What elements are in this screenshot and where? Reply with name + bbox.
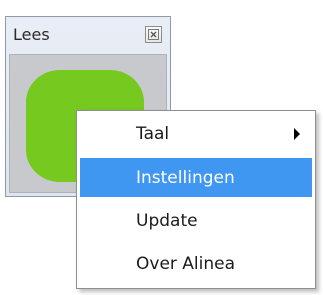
screen: Lees Taal Instellingen Update Over Aline… [0, 0, 323, 295]
close-box-icon[interactable] [145, 26, 162, 43]
menu-item-label: Over Alinea [136, 253, 236, 274]
menu-item-instellingen[interactable]: Instellingen [80, 158, 312, 197]
menu-item-over-alinea[interactable]: Over Alinea [80, 244, 312, 283]
menu-item-label: Instellingen [136, 167, 235, 188]
menu-item-taal[interactable]: Taal [80, 114, 312, 153]
menu-item-update[interactable]: Update [80, 201, 312, 240]
context-menu: Taal Instellingen Update Over Alinea [76, 110, 316, 289]
menu-item-label: Update [136, 210, 198, 231]
widget-title: Lees [13, 25, 50, 44]
submenu-arrow-icon [294, 127, 300, 140]
close-x-glyph [148, 29, 159, 40]
menu-item-label: Taal [136, 123, 170, 144]
